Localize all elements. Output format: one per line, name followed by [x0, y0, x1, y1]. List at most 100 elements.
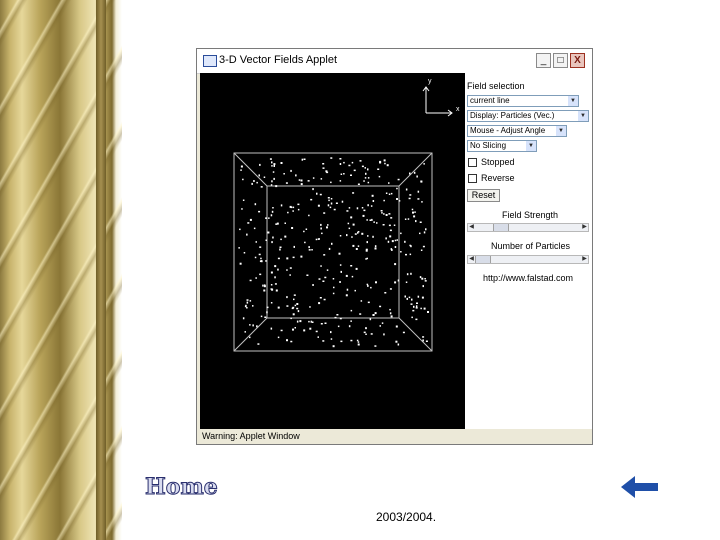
reset-button[interactable]: Reset — [467, 189, 500, 202]
particle — [274, 283, 277, 285]
slicing-select[interactable]: No Slicing ▼ — [467, 140, 537, 152]
num-particles-slider[interactable]: ◀ ▶ — [467, 255, 589, 264]
particle — [287, 211, 289, 214]
particle — [337, 325, 340, 328]
particle — [421, 277, 424, 280]
close-button[interactable]: X — [570, 53, 585, 68]
particle — [303, 329, 306, 332]
bounding-box — [233, 152, 433, 352]
scroll-left-icon[interactable]: ◀ — [468, 256, 475, 263]
scroll-right-icon[interactable]: ▶ — [581, 256, 588, 263]
particle — [296, 320, 299, 323]
particle — [369, 318, 372, 321]
num-particles-thumb[interactable] — [475, 256, 491, 263]
vector-field-canvas[interactable]: y x — [200, 73, 465, 429]
particle — [274, 276, 276, 279]
particle — [396, 198, 398, 200]
particle — [293, 294, 296, 296]
field-strength-slider[interactable]: ◀ ▶ — [467, 223, 589, 232]
particle — [254, 203, 257, 206]
particle — [270, 214, 273, 217]
particle — [348, 207, 351, 209]
particle — [348, 325, 351, 328]
particle — [394, 281, 397, 284]
particle — [340, 340, 343, 343]
scroll-left-icon[interactable]: ◀ — [468, 224, 475, 231]
home-link[interactable]: Home — [145, 474, 219, 501]
particle — [372, 235, 374, 238]
particle — [387, 240, 390, 243]
particle — [390, 192, 393, 195]
particle — [352, 192, 355, 194]
particle — [297, 203, 300, 206]
particle — [300, 179, 303, 182]
particle — [411, 208, 414, 211]
particle — [312, 177, 315, 179]
particle — [348, 164, 351, 167]
back-arrow-icon[interactable] — [621, 476, 659, 498]
field-select[interactable]: current line ▼ — [467, 95, 579, 107]
particle — [318, 278, 321, 280]
particle — [423, 163, 425, 165]
particle — [422, 339, 424, 342]
falstad-url[interactable]: http://www.falstad.com — [483, 273, 573, 283]
particle — [273, 165, 275, 167]
particle — [350, 309, 353, 312]
particle — [406, 273, 409, 276]
particle — [335, 202, 338, 204]
particle — [330, 202, 333, 205]
particle — [238, 247, 240, 249]
stopped-checkbox[interactable] — [468, 158, 477, 167]
particle — [405, 188, 408, 191]
particle — [390, 315, 393, 318]
particle — [320, 227, 322, 230]
particle — [263, 289, 266, 292]
particle — [420, 249, 423, 251]
particle — [240, 165, 243, 168]
particle — [371, 194, 374, 197]
particle — [339, 158, 342, 160]
particle — [312, 188, 314, 191]
particle — [398, 200, 401, 202]
particle — [307, 180, 310, 182]
particle — [346, 210, 349, 212]
particle — [280, 204, 283, 207]
particle — [357, 245, 360, 247]
particle — [320, 265, 322, 267]
chevron-down-icon: ▼ — [568, 96, 578, 106]
display-select[interactable]: Display: Particles (Vec.) ▼ — [467, 110, 589, 122]
particle — [351, 236, 353, 238]
scroll-right-icon[interactable]: ▶ — [581, 224, 588, 231]
particle — [242, 178, 244, 181]
particle — [414, 211, 416, 213]
particle — [249, 218, 252, 221]
field-strength-thumb[interactable] — [493, 224, 509, 231]
particle — [404, 218, 407, 220]
particle — [370, 205, 373, 207]
maximize-button[interactable]: □ — [553, 53, 568, 68]
particle — [308, 246, 310, 249]
particle — [259, 246, 262, 248]
particle — [322, 340, 325, 342]
particle — [270, 184, 273, 186]
particle — [423, 307, 426, 310]
particle — [366, 283, 369, 286]
particle — [425, 340, 428, 342]
particle — [292, 328, 294, 331]
window-titlebar[interactable]: 3-D Vector Fields Applet _ □ X — [197, 49, 592, 74]
minimize-button[interactable]: _ — [536, 53, 551, 68]
particle — [269, 158, 272, 160]
particle — [286, 305, 289, 307]
field-view[interactable]: y x — [200, 73, 465, 429]
particle — [409, 244, 411, 247]
particle — [417, 190, 420, 193]
reverse-checkbox[interactable] — [468, 174, 477, 183]
particle — [354, 289, 356, 292]
mouse-mode-select[interactable]: Mouse - Adjust Angle ▼ — [467, 125, 567, 137]
particle — [424, 280, 427, 282]
particle — [340, 173, 343, 175]
particle — [280, 238, 282, 241]
particle — [271, 241, 273, 244]
particle — [276, 222, 279, 225]
particle — [409, 172, 411, 175]
